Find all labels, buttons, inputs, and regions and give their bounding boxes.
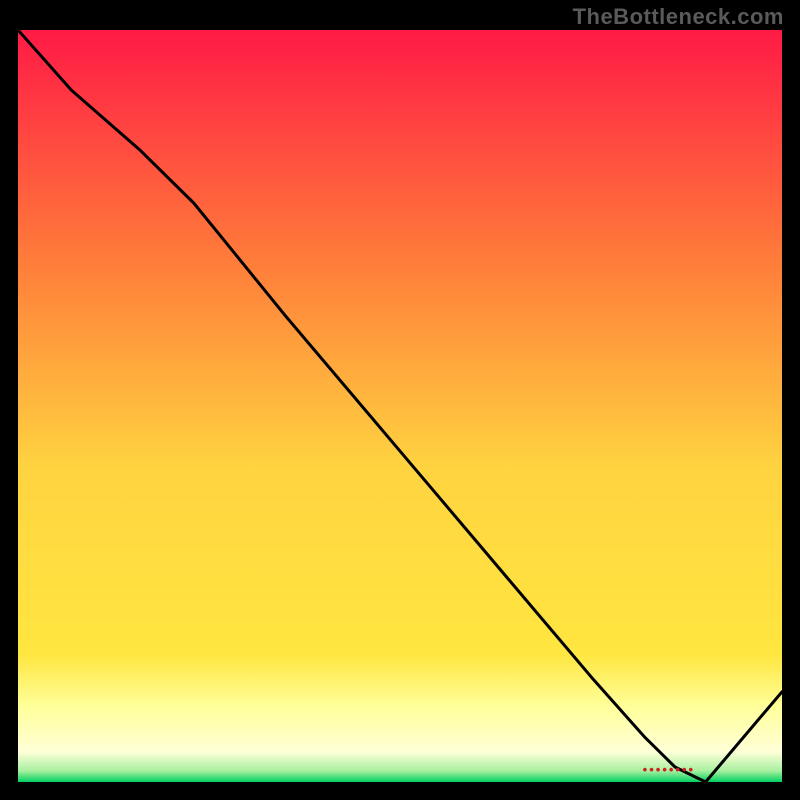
- x-axis-highlight-label: ••••••••: [643, 762, 695, 777]
- plot-inner: ••••••••: [18, 30, 782, 782]
- watermark-text: TheBottleneck.com: [573, 4, 784, 30]
- curve-layer: [18, 30, 782, 782]
- bottleneck-curve: [18, 30, 782, 782]
- plot-area: ••••••••: [18, 30, 782, 782]
- chart-container: TheBottleneck.com: [0, 0, 800, 800]
